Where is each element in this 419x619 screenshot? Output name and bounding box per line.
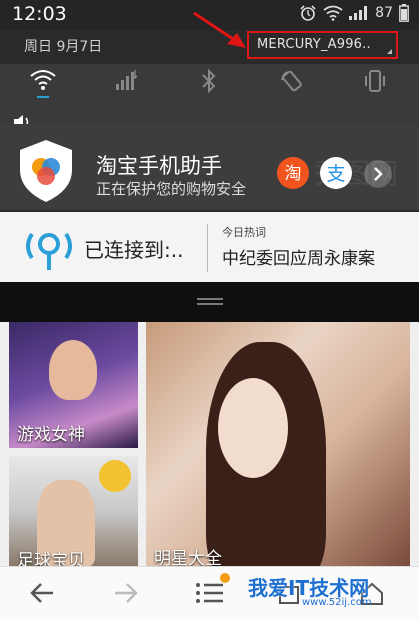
signal-icon	[349, 6, 368, 20]
promo-title: 淘宝手机助手	[96, 154, 222, 178]
connected-status: 已连接到:..	[84, 238, 184, 262]
wifi-connected-icon	[26, 232, 72, 270]
battery-icon	[399, 4, 409, 22]
menu-button[interactable]	[190, 573, 230, 611]
card-image	[49, 340, 97, 400]
shield-icon	[20, 140, 72, 202]
face-shape	[218, 378, 288, 478]
hot-words-label: 今日热词	[222, 226, 266, 239]
wifi-network-selector[interactable]: MERCURY_A996..	[247, 31, 398, 59]
card-star-gallery[interactable]: 明星大全	[146, 322, 410, 566]
connection-panel[interactable]: 已连接到:.. 今日热词 中纪委回应周永康案	[0, 212, 419, 282]
clock: 12:03	[12, 3, 67, 25]
back-button[interactable]	[22, 575, 62, 611]
battery-percent: 87	[375, 5, 393, 21]
svg-text:淘: 淘	[285, 164, 302, 184]
toggle-mobile-data[interactable]	[101, 68, 151, 118]
menu-icon	[196, 583, 223, 603]
wifi-status-icon	[323, 5, 343, 21]
shade-drag-handle[interactable]	[0, 282, 419, 322]
hot-words-text[interactable]: 中纪委回应周永康案	[222, 244, 375, 269]
rotate-icon	[281, 70, 302, 92]
arrow-left-icon	[30, 583, 53, 603]
toggle-vibrate[interactable]	[350, 68, 400, 118]
card-game-goddess[interactable]: 游戏女神	[9, 322, 138, 448]
background-site-text: 秀图网	[314, 157, 399, 190]
card-label: 足球宝贝	[17, 551, 85, 566]
drag-handle-icon	[197, 298, 223, 308]
ball-icon	[99, 460, 131, 492]
status-icons: 87	[299, 4, 409, 22]
taobao-icon[interactable]: 淘	[277, 157, 309, 189]
wifi-icon	[30, 70, 56, 90]
wifi-network-name: MERCURY_A996..	[257, 37, 371, 52]
notification-dot	[220, 573, 230, 583]
alarm-icon	[300, 5, 316, 21]
card-football-babe[interactable]: 足球宝贝	[9, 456, 138, 566]
card-label: 明星大全	[154, 549, 222, 566]
promo-subtitle: 正在保护您的购物安全	[96, 180, 247, 198]
watermark-url: www.52ij.com	[302, 597, 372, 608]
toggle-auto-rotate[interactable]	[267, 68, 317, 118]
bluetooth-icon	[202, 68, 216, 94]
card-label: 游戏女神	[17, 425, 85, 445]
arrow-right-icon	[115, 583, 138, 603]
web-content: 游戏女神 足球宝贝 明星大全 秀图网	[0, 157, 419, 566]
toggle-bluetooth[interactable]	[184, 68, 234, 118]
panel-divider	[207, 224, 208, 272]
toggle-wifi[interactable]	[18, 68, 68, 118]
dropdown-corner-icon	[387, 49, 392, 54]
annotation-arrow-icon	[193, 11, 246, 48]
mobile-data-icon	[116, 70, 138, 90]
quick-toggles	[0, 64, 419, 129]
date-label: 周日 9月7日	[24, 39, 103, 55]
toggle-on-indicator	[37, 96, 49, 98]
vibrate-icon	[365, 70, 385, 92]
forward-button[interactable]	[106, 575, 146, 611]
